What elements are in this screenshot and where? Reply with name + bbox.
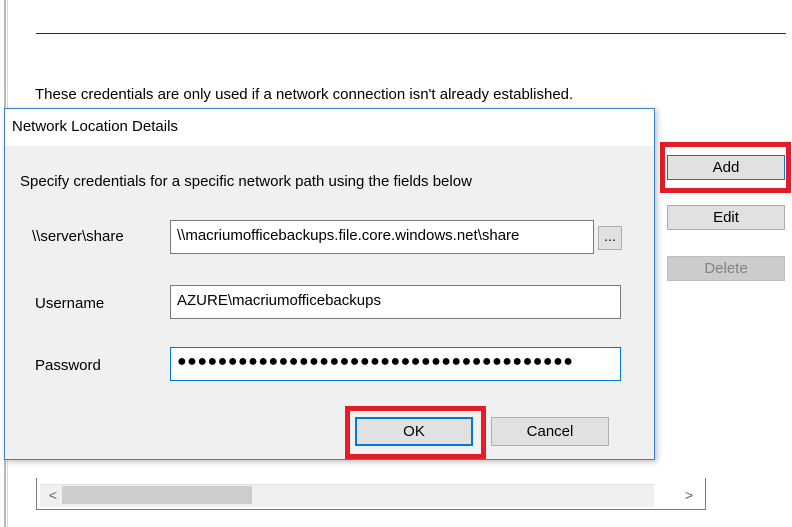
highlight-box-ok xyxy=(345,406,486,459)
cancel-button[interactable]: Cancel xyxy=(491,417,609,446)
dialog-instruction: Specify credentials for a specific netwo… xyxy=(20,173,472,190)
password-input[interactable]: ●●●●●●●●●●●●●●●●●●●●●●●●●●●●●●●●●●●●●●● xyxy=(170,347,621,381)
dialog-title: Network Location Details xyxy=(12,118,178,135)
scroll-right-icon[interactable]: > xyxy=(680,484,698,506)
delete-button[interactable]: Delete xyxy=(667,256,785,281)
edit-button[interactable]: Edit xyxy=(667,205,785,230)
scrollbar-thumb[interactable] xyxy=(62,486,252,504)
username-label: Username xyxy=(35,295,105,312)
username-input[interactable]: AZURE\macriumofficebackups xyxy=(170,285,621,319)
browse-button[interactable]: ... xyxy=(598,226,622,250)
highlight-box-add xyxy=(660,142,791,193)
scroll-left-icon[interactable]: < xyxy=(44,484,62,506)
share-label: \\server\share xyxy=(32,228,124,245)
separator-line xyxy=(36,33,786,34)
share-path-input[interactable]: \\macriumofficebackups.file.core.windows… xyxy=(170,220,594,254)
password-label: Password xyxy=(35,357,101,374)
network-location-dialog xyxy=(4,108,655,460)
credentials-note: These credentials are only used if a net… xyxy=(35,86,574,103)
